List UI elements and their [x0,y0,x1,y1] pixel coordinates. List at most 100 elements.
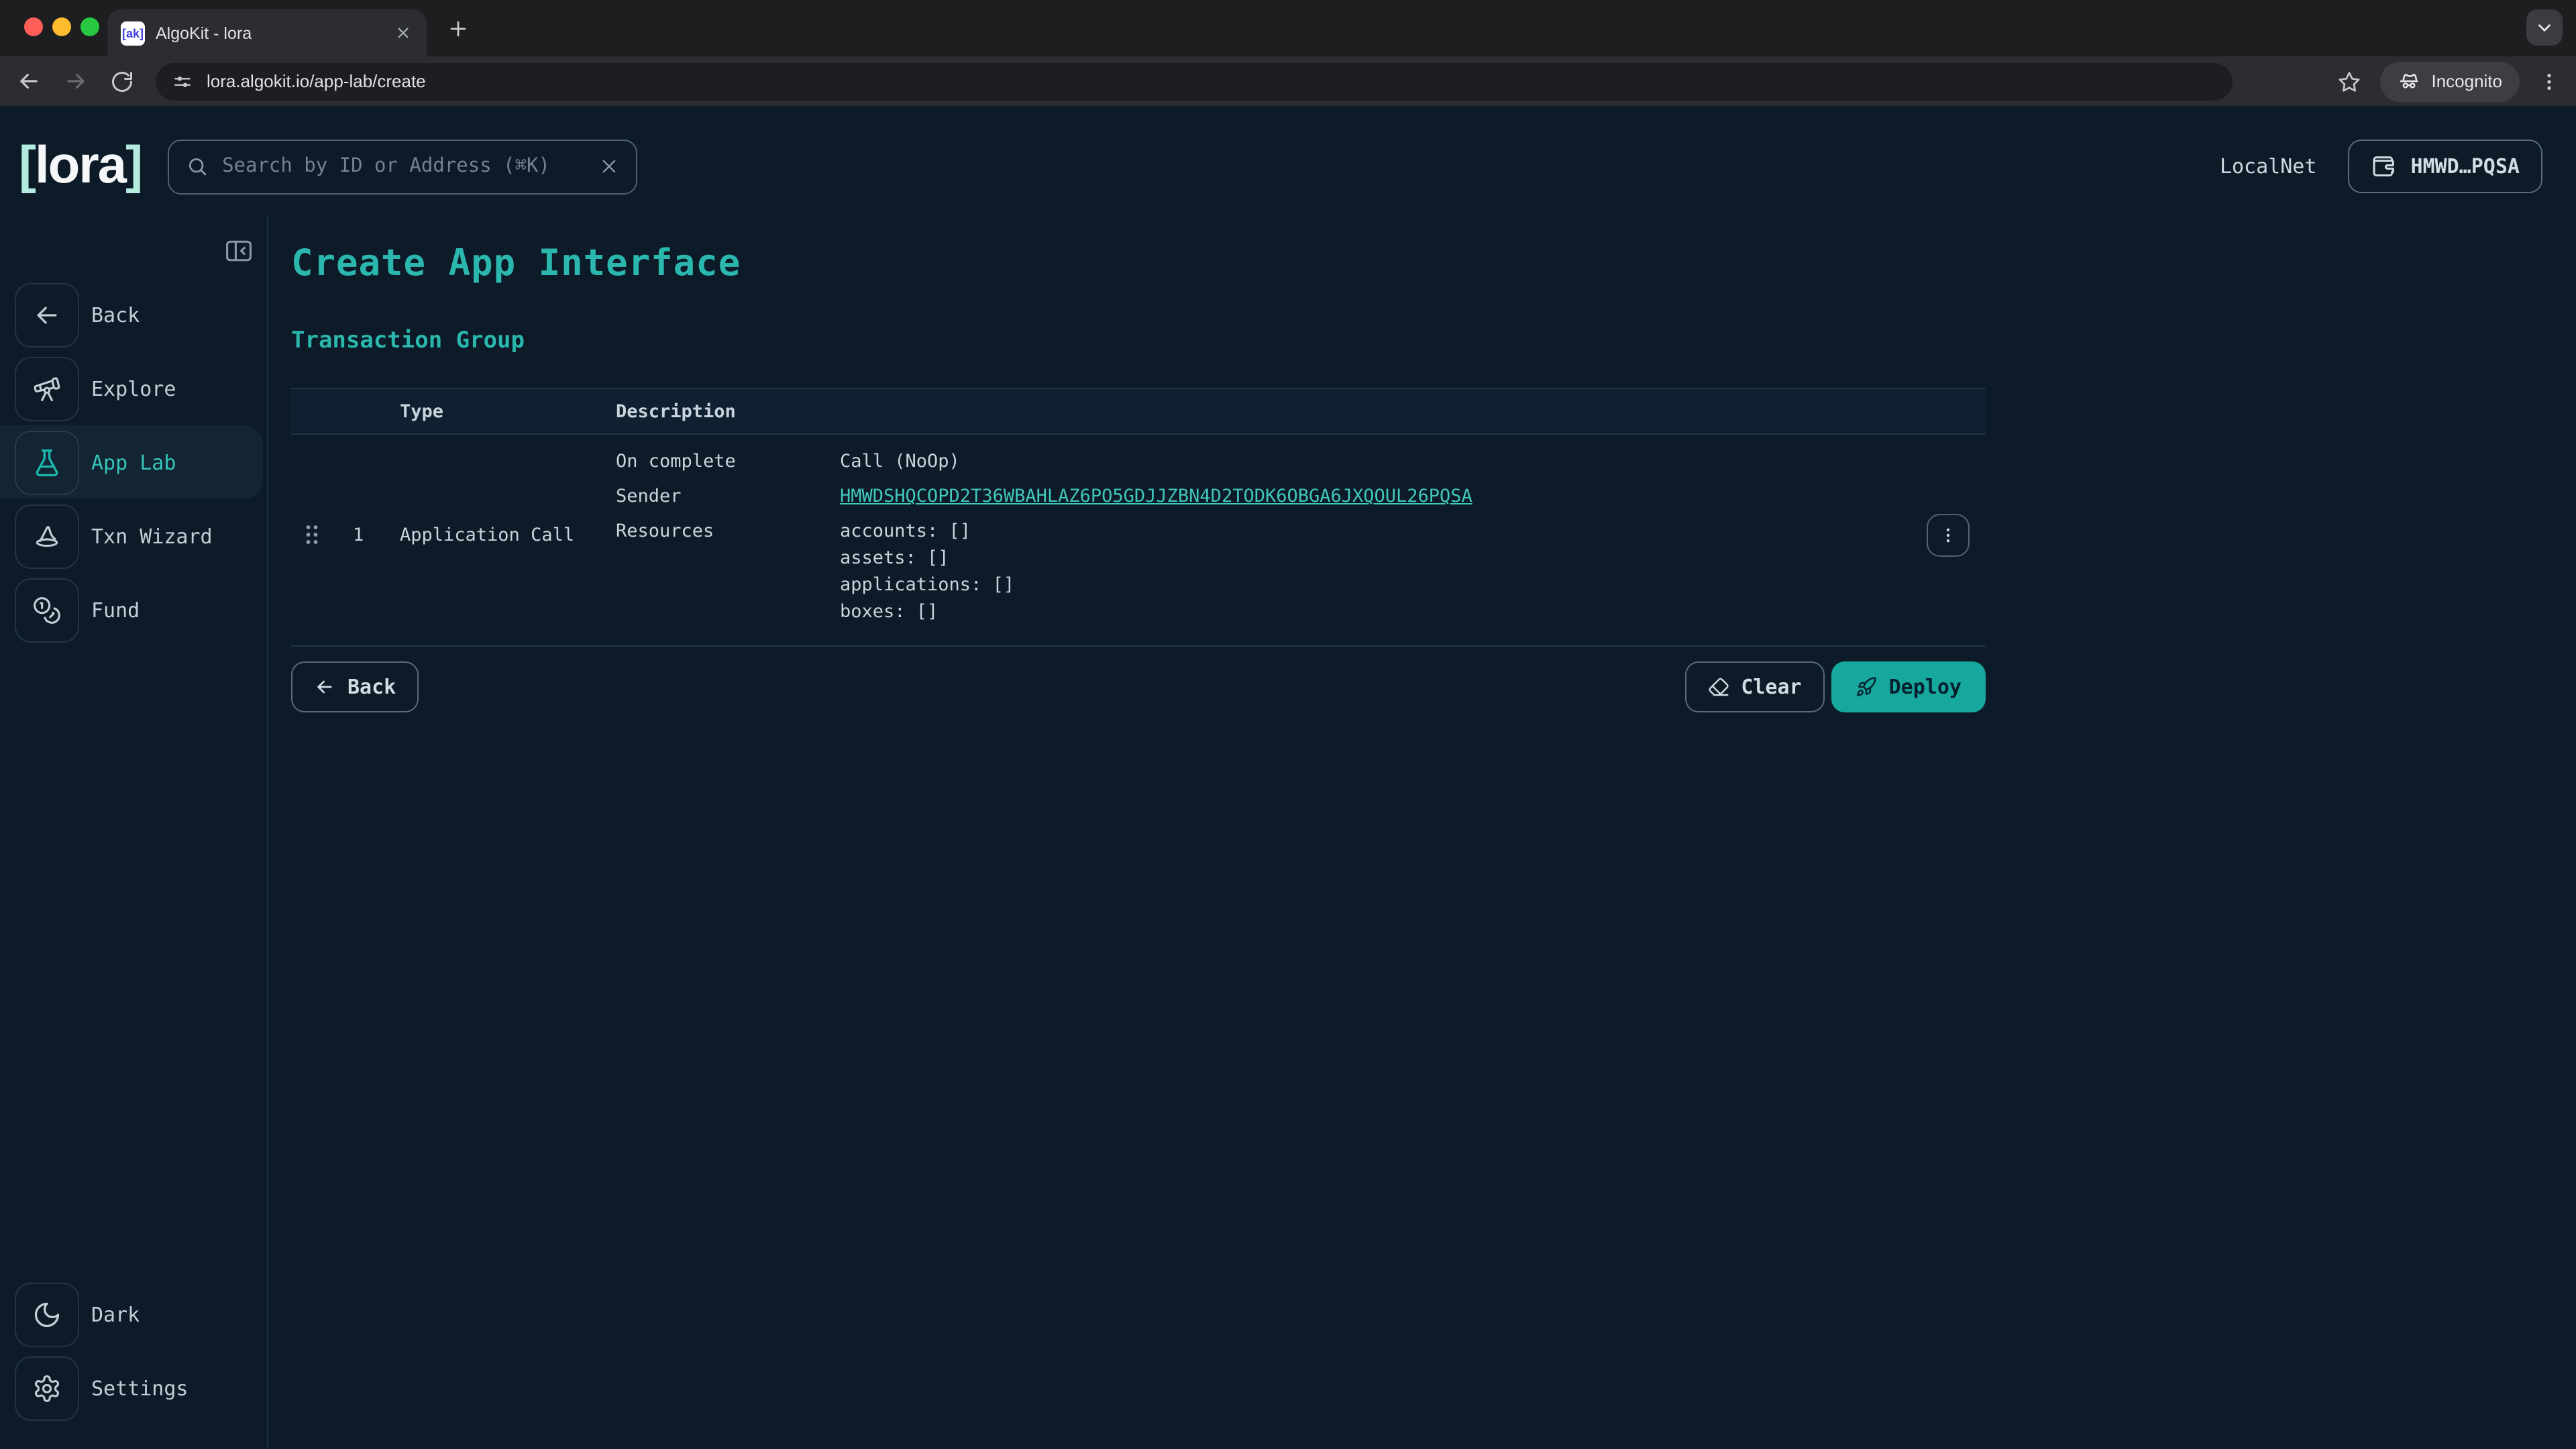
deploy-button-label: Deploy [1889,675,1962,699]
resources-list: accounts: [] assets: [] applications: []… [840,518,1878,625]
bookmark-star-icon[interactable] [2337,69,2361,93]
logo-bracket-close: ] [125,137,142,195]
site-settings-icon[interactable] [172,70,193,92]
transaction-group-table: Type Description 1 Application Call On c… [291,388,1986,647]
deploy-button[interactable]: Deploy [1831,661,1986,712]
sidebar-item-explore[interactable]: Explore [0,352,267,425]
window-controls [24,17,99,36]
column-header-type: Type [400,400,616,422]
browser-tab[interactable]: [ak] AlgoKit - lora [107,9,427,56]
incognito-label: Incognito [2431,71,2502,91]
tab-title: AlgoKit - lora [156,23,393,42]
search-box [167,139,637,194]
url-text: lora.algokit.io/app-lab/create [207,71,426,91]
arrow-left-icon [314,676,335,698]
sidebar-item-label: Back [91,303,140,327]
new-tab-button[interactable] [448,19,468,39]
panel-collapse-icon [224,236,254,266]
sidebar-item-app-lab[interactable]: App Lab [0,425,263,499]
app-header: [lora] LocalNet HMWD…PQSA [0,106,2576,216]
tab-close-icon[interactable] [393,23,413,43]
browser-window: [ak] AlgoKit - lora lora.algokit.io/a [0,0,2576,1449]
sidebar: Back Explore App Lab Txn Wizard [0,216,268,1449]
network-label: LocalNet [2220,154,2317,178]
incognito-badge: Incognito [2380,61,2520,101]
lora-logo[interactable]: [lora] [19,137,142,196]
wizard-hat-icon [15,504,79,568]
form-actions: Back Clear Deploy [291,661,1986,712]
clear-button[interactable]: Clear [1684,661,1824,712]
row-actions [1878,513,1986,556]
gear-icon [15,1356,79,1420]
address-bar[interactable]: lora.algokit.io/app-lab/create [156,62,2233,100]
browser-tabstrip: [ak] AlgoKit - lora [0,0,2576,56]
wallet-label: HMWD…PQSA [2410,154,2520,178]
tab-search-button[interactable] [2526,9,2563,46]
search-clear-icon[interactable] [599,157,618,176]
sidebar-item-txn-wizard[interactable]: Txn Wizard [0,499,267,573]
sidebar-item-label: App Lab [91,450,176,474]
telescope-icon [15,356,79,421]
back-button[interactable]: Back [291,661,419,712]
browser-reload-icon[interactable] [110,69,134,93]
toolbar-right: Incognito [2337,61,2560,101]
table-header: Type Description [291,388,1986,435]
grip-dots-icon [305,523,319,546]
column-header-description: Description [616,400,840,422]
sidebar-collapse-button[interactable] [224,236,254,266]
wallet-icon [2370,153,2397,180]
arrow-left-icon [15,282,79,347]
sidebar-item-label: Settings [91,1376,189,1400]
field-label: Sender [616,479,840,514]
sender-address-link[interactable]: HMWDSHQCOPD2T36WBAHLAZ6PO5GDJJZBN4D2TODK… [840,486,1472,507]
sidebar-item-fund[interactable]: Fund [0,573,267,647]
browser-menu-icon[interactable] [2538,70,2560,92]
row-index: 1 [353,524,400,545]
sidebar-item-label: Explore [91,376,176,400]
description-labels: On complete Sender Resources [616,444,840,625]
browser-forward-icon[interactable] [63,68,89,94]
tab-favicon: [ak] [121,21,145,45]
sidebar-item-label: Fund [91,598,140,622]
sidebar-item-settings[interactable]: Settings [0,1351,267,1425]
resource-item: boxes: [] [840,598,1878,625]
actions-right-group: Clear Deploy [1684,661,1986,712]
minimize-window-button[interactable] [52,17,71,36]
zoom-window-button[interactable] [80,17,99,36]
app-body: Back Explore App Lab Txn Wizard [0,216,2576,1449]
coins-icon [15,578,79,642]
kebab-icon [1939,525,1957,544]
rocket-icon [1856,676,1877,698]
eraser-icon [1707,676,1729,698]
drag-handle[interactable] [291,523,353,546]
sidebar-item-label: Dark [91,1302,140,1326]
row-menu-button[interactable] [1927,513,1970,556]
table-row: 1 Application Call On complete Sender Re… [291,435,1986,647]
sidebar-item-label: Txn Wizard [91,524,213,548]
search-input[interactable] [219,154,587,178]
moon-icon [15,1282,79,1346]
clear-button-label: Clear [1741,675,1801,699]
browser-back-icon[interactable] [16,68,42,94]
resource-item: applications: [] [840,572,1878,598]
row-type: Application Call [400,524,616,545]
close-window-button[interactable] [24,17,43,36]
resource-item: assets: [] [840,545,1878,572]
on-complete-value: Call (NoOp) [840,444,1878,479]
chevron-down-icon [2536,19,2553,36]
field-label: Resources [616,518,840,545]
sidebar-footer: Dark Settings [0,1277,267,1449]
sidebar-item-theme-dark[interactable]: Dark [0,1277,267,1351]
search-icon [186,156,207,177]
logo-name: lora [35,137,125,195]
sidebar-item-back[interactable]: Back [0,278,267,352]
wallet-button[interactable]: HMWD…PQSA [2347,140,2542,193]
description-values: Call (NoOp) HMWDSHQCOPD2T36WBAHLAZ6PO5GD… [840,444,1878,625]
section-title: Transaction Group [291,327,2576,354]
logo-bracket-open: [ [19,137,35,195]
field-label: On complete [616,444,840,479]
incognito-icon [2398,70,2420,93]
browser-toolbar: lora.algokit.io/app-lab/create Incognito [0,56,2576,106]
resource-item: accounts: [] [840,518,1878,545]
page-title: Create App Interface [291,243,2576,284]
